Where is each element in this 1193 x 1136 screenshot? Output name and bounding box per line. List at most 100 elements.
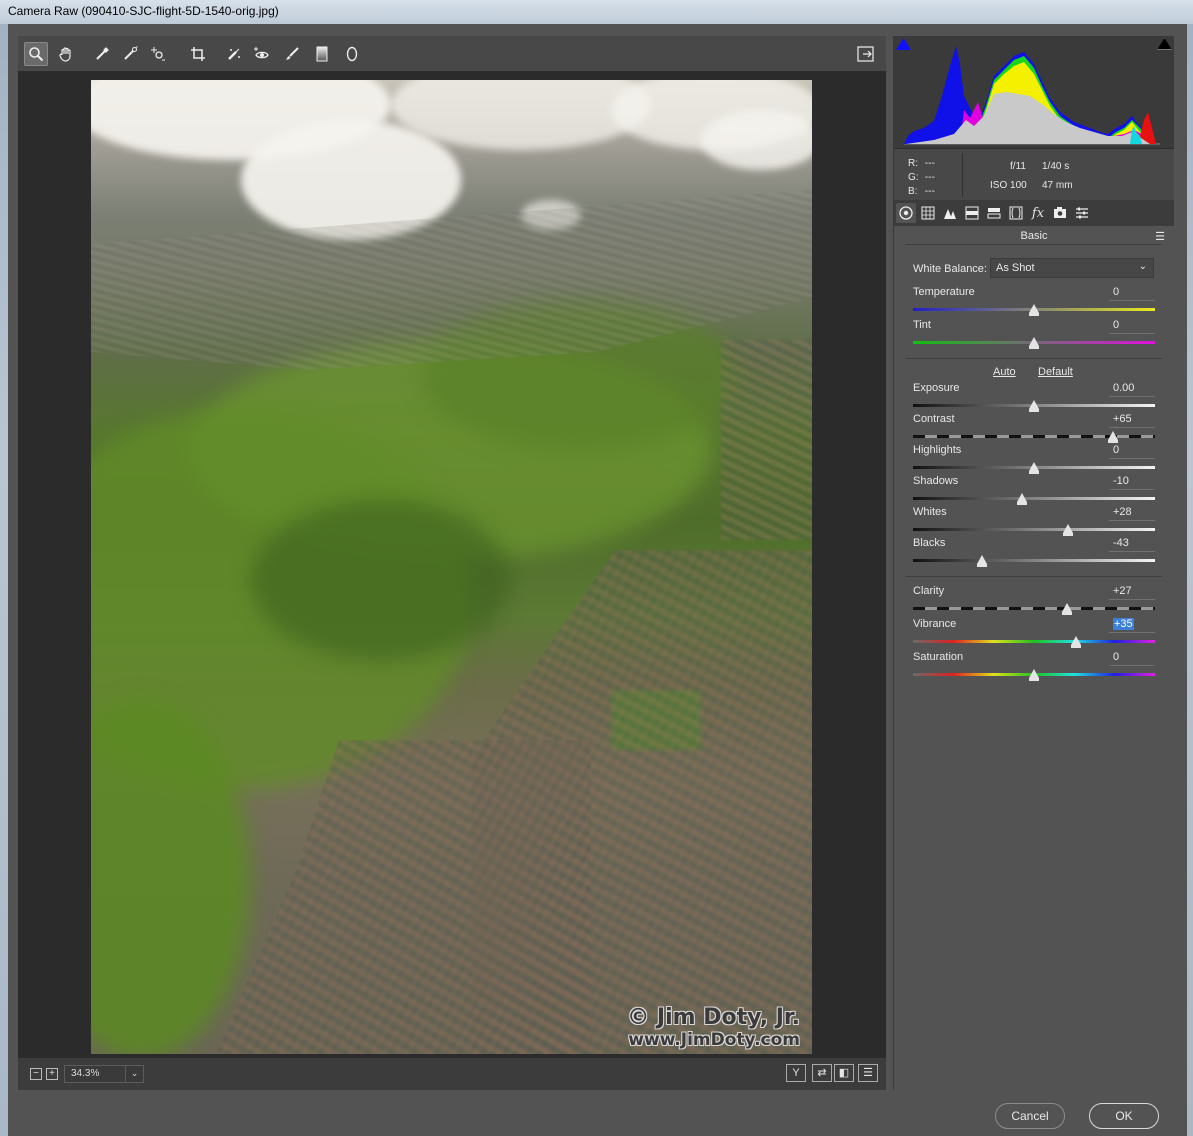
contrast-label: Contrast (913, 413, 955, 425)
contrast-slider[interactable]: Contrast +65 (913, 413, 1155, 443)
shadows-track[interactable] (913, 497, 1155, 500)
vibrance-value[interactable]: +35 (1109, 618, 1155, 630)
panel-menu-icon[interactable]: ☰ (1155, 230, 1165, 243)
exposure-value[interactable]: 0.00 (1109, 382, 1155, 394)
split-toning-icon (987, 208, 1001, 219)
image-canvas[interactable]: © Jim Doty, Jr. www.JimDoty.com (18, 72, 886, 1058)
highlights-thumb[interactable] (1029, 462, 1039, 474)
panel-title: Basic (1020, 230, 1048, 242)
highlights-slider[interactable]: Highlights 0 (913, 444, 1155, 474)
vibrance-slider[interactable]: Vibrance +35 (913, 618, 1155, 648)
temperature-value[interactable]: 0 (1109, 286, 1155, 298)
ok-button[interactable]: OK (1089, 1103, 1159, 1129)
spot-removal-tool-icon[interactable] (222, 42, 246, 66)
blacks-track[interactable] (913, 559, 1155, 562)
blacks-slider[interactable]: Blacks -43 (913, 537, 1155, 567)
saturation-value[interactable]: 0 (1109, 651, 1155, 663)
chevron-down-icon[interactable]: ⌄ (125, 1066, 143, 1082)
shadows-slider[interactable]: Shadows -10 (913, 475, 1155, 505)
tint-thumb[interactable] (1029, 337, 1039, 349)
shadows-value[interactable]: -10 (1109, 475, 1155, 487)
rgb-readout: R: --- G: --- B: --- (908, 157, 939, 199)
tab-split-toning[interactable] (984, 203, 1004, 223)
whites-thumb[interactable] (1062, 524, 1073, 536)
graduated-filter-icon[interactable] (310, 42, 334, 66)
zoom-level-select[interactable]: 34.3% ⌄ (64, 1065, 144, 1083)
copy-settings-button[interactable]: ◧ (834, 1064, 854, 1082)
zoom-tool-icon[interactable] (24, 42, 48, 66)
tab-lens-corrections[interactable] (1006, 203, 1026, 223)
clarity-value[interactable]: +27 (1109, 585, 1155, 597)
saturation-thumb[interactable] (1029, 669, 1039, 681)
radial-filter-icon[interactable] (340, 42, 364, 66)
lens-icon (1009, 206, 1023, 220)
whites-track[interactable] (913, 528, 1155, 531)
auto-default-links: Auto Default (894, 366, 1174, 382)
color-sampler-tool-icon[interactable] (118, 42, 142, 66)
tab-tone-curve[interactable] (918, 203, 938, 223)
white-balance-select[interactable]: As Shot ⌄ (990, 258, 1154, 278)
adjustment-brush-icon[interactable] (280, 42, 304, 66)
tab-detail[interactable] (940, 203, 960, 223)
tab-presets[interactable] (1072, 203, 1092, 223)
zoom-out-button[interactable]: − (30, 1068, 42, 1080)
tab-effects[interactable]: fx (1028, 203, 1048, 223)
hand-tool-icon[interactable] (54, 42, 78, 66)
exposure-thumb[interactable] (1029, 400, 1039, 412)
whites-slider[interactable]: Whites +28 (913, 506, 1155, 536)
vibrance-track[interactable] (913, 640, 1155, 643)
temperature-slider[interactable]: Temperature 0 (913, 286, 1155, 316)
cancel-button[interactable]: Cancel (995, 1103, 1065, 1129)
vibrance-label: Vibrance (913, 618, 957, 630)
whites-value[interactable]: +28 (1109, 506, 1155, 518)
tab-basic[interactable] (896, 203, 916, 223)
red-eye-tool-icon[interactable] (250, 42, 274, 66)
photo-preview[interactable]: © Jim Doty, Jr. www.JimDoty.com (91, 80, 812, 1054)
status-bar: − + 34.3% ⌄ Y ⇄ ◧ ☰ (18, 1058, 886, 1090)
detail-icon (944, 209, 956, 219)
tint-slider[interactable]: Tint 0 (913, 319, 1155, 349)
contrast-thumb[interactable] (1107, 431, 1118, 443)
white-balance-tool-icon[interactable] (90, 42, 114, 66)
exposure-slider[interactable]: Exposure 0.00 (913, 382, 1155, 412)
panel-tabs: fx (894, 200, 1174, 226)
tool-bar (18, 36, 886, 72)
tint-value[interactable]: 0 (1109, 319, 1155, 331)
auto-link[interactable]: Auto (993, 366, 1016, 378)
clarity-slider[interactable]: Clarity +27 (913, 585, 1155, 615)
vibrance-thumb[interactable] (1071, 636, 1082, 648)
toggle-settings-button[interactable]: ☰ (858, 1064, 878, 1082)
tab-hsl[interactable] (962, 203, 982, 223)
highlights-value[interactable]: 0 (1109, 444, 1155, 456)
blacks-thumb[interactable] (976, 555, 987, 567)
temperature-thumb[interactable] (1029, 304, 1039, 316)
window-title-bar: Camera Raw (090410-SJC-flight-5D-1540-or… (0, 0, 1193, 24)
camera-icon (1054, 207, 1066, 218)
before-after-view-button[interactable]: Y (786, 1064, 806, 1082)
g-value: --- (924, 172, 935, 183)
toggle-fullscreen-icon[interactable] (854, 42, 878, 66)
saturation-slider[interactable]: Saturation 0 (913, 651, 1155, 681)
clarity-thumb[interactable] (1061, 603, 1072, 615)
crop-tool-icon[interactable] (186, 42, 210, 66)
temperature-label: Temperature (913, 286, 975, 298)
tab-camera-calibration[interactable] (1050, 203, 1070, 223)
contrast-value[interactable]: +65 (1109, 413, 1155, 425)
shadows-thumb[interactable] (1016, 493, 1027, 505)
tint-label: Tint (913, 319, 931, 331)
clarity-track[interactable] (913, 607, 1155, 610)
camera-raw-dialog: © Jim Doty, Jr. www.JimDoty.com − + 34.3… (8, 24, 1187, 1136)
aperture-icon (899, 206, 913, 220)
zoom-in-button[interactable]: + (46, 1068, 58, 1080)
blacks-value[interactable]: -43 (1109, 537, 1155, 549)
default-link[interactable]: Default (1038, 366, 1073, 378)
exposure-label: Exposure (913, 382, 960, 394)
whites-label: Whites (913, 506, 947, 518)
vibrance-value-text: +35 (1113, 618, 1134, 630)
b-label: B: (908, 186, 918, 197)
targeted-adjustment-tool-icon[interactable] (146, 42, 170, 66)
histogram (894, 36, 1174, 148)
swap-settings-button[interactable]: ⇄ (812, 1064, 832, 1082)
contrast-track[interactable] (913, 435, 1155, 438)
white-balance-label: White Balance: (913, 263, 987, 275)
